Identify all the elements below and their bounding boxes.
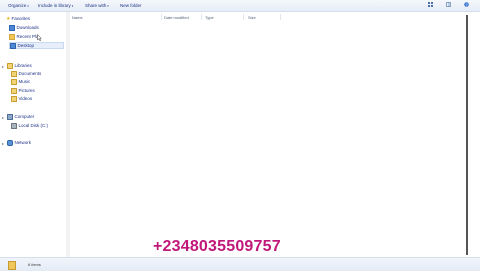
preview-pane-icon[interactable] bbox=[446, 2, 451, 7]
file-list: Name Date modified Type Size bbox=[71, 12, 463, 257]
phone-number-overlay: +2348035509757 bbox=[153, 238, 281, 255]
column-divider[interactable] bbox=[201, 14, 202, 20]
new-folder-label: New folder bbox=[120, 3, 142, 8]
nav-music-label: Music bbox=[18, 79, 31, 84]
svg-text:?: ? bbox=[466, 3, 468, 7]
downloads-folder-icon bbox=[9, 25, 15, 31]
column-header-type[interactable]: Type bbox=[205, 15, 214, 20]
include-in-library-button[interactable]: Include in library▾ bbox=[38, 3, 73, 9]
nav-libraries-label: Libraries bbox=[14, 63, 32, 68]
item-count: 6 items bbox=[28, 262, 41, 267]
help-icon[interactable]: ? bbox=[464, 2, 469, 7]
change-view-icon[interactable] bbox=[428, 2, 433, 7]
pictures-icon bbox=[11, 88, 17, 94]
star-icon: ★ bbox=[6, 16, 11, 22]
chevron-down-icon: ▾ bbox=[71, 4, 74, 8]
column-divider[interactable] bbox=[243, 14, 244, 20]
nav-recent-places-label: Recent Pla bbox=[16, 34, 39, 39]
nav-favorites[interactable]: ★Favorites bbox=[6, 15, 30, 22]
nav-favorites-label: Favorites bbox=[11, 16, 30, 21]
nav-local-disk-label: Local Disk (C:) bbox=[18, 123, 49, 128]
share-with-button[interactable]: Share with▾ bbox=[85, 3, 109, 9]
scrollbar-thumb[interactable] bbox=[466, 15, 468, 255]
nav-network[interactable]: Network bbox=[7, 139, 31, 146]
navigation-scrollbar[interactable] bbox=[67, 12, 70, 257]
nav-computer[interactable]: Computer bbox=[7, 113, 34, 120]
status-bar: 6 items bbox=[0, 257, 480, 271]
nav-documents[interactable]: Documents bbox=[11, 70, 41, 77]
column-header-name[interactable]: Name bbox=[72, 15, 83, 20]
network-icon bbox=[7, 140, 13, 146]
computer-icon bbox=[7, 114, 13, 120]
nav-pictures[interactable]: Pictures bbox=[11, 87, 35, 94]
chevron-down-icon: ▾ bbox=[107, 4, 109, 8]
nav-network-label: Network bbox=[14, 140, 32, 145]
organize-button[interactable]: Organize▾ bbox=[8, 3, 29, 9]
expand-arrow-icon[interactable]: ▸ bbox=[2, 141, 4, 146]
local-disk-icon bbox=[11, 123, 17, 129]
videos-icon bbox=[11, 96, 17, 102]
column-divider[interactable] bbox=[280, 14, 281, 20]
nav-local-disk[interactable]: Local Disk (C:) bbox=[11, 122, 48, 129]
nav-downloads[interactable]: Downloads bbox=[9, 24, 39, 31]
command-bar: Organize▾ Include in library▾ Share with… bbox=[0, 0, 480, 12]
nav-pictures-label: Pictures bbox=[18, 88, 35, 93]
nav-music[interactable]: Music bbox=[11, 78, 30, 85]
nav-downloads-label: Downloads bbox=[16, 25, 39, 30]
new-folder-button[interactable]: New folder bbox=[120, 3, 142, 9]
music-icon bbox=[11, 79, 17, 85]
desktop-icon bbox=[10, 43, 16, 49]
navigation-pane: ★Favorites Downloads Recent Pla Desktop … bbox=[0, 12, 67, 257]
nav-videos[interactable]: Videos bbox=[11, 95, 32, 102]
chevron-down-icon: ▾ bbox=[27, 4, 29, 8]
nav-desktop[interactable]: Desktop bbox=[9, 42, 64, 49]
nav-documents-label: Documents bbox=[18, 71, 42, 76]
folder-icon bbox=[8, 261, 16, 270]
share-with-label: Share with bbox=[85, 3, 107, 8]
include-in-library-label: Include in library bbox=[38, 3, 71, 8]
documents-icon bbox=[11, 71, 17, 77]
expand-arrow-icon[interactable]: ▸ bbox=[2, 64, 4, 69]
column-divider[interactable] bbox=[161, 14, 162, 20]
mouse-cursor-icon bbox=[37, 34, 42, 42]
organize-label: Organize bbox=[8, 3, 27, 8]
libraries-icon bbox=[7, 63, 13, 69]
nav-libraries[interactable]: Libraries bbox=[7, 62, 32, 69]
nav-videos-label: Videos bbox=[18, 96, 33, 101]
expand-arrow-icon[interactable]: ▸ bbox=[2, 115, 4, 120]
column-header-size[interactable]: Size bbox=[248, 15, 256, 20]
column-header-date-modified[interactable]: Date modified bbox=[164, 15, 189, 20]
nav-recent-places[interactable]: Recent Pla bbox=[9, 33, 39, 40]
recent-places-icon bbox=[9, 34, 15, 40]
nav-desktop-label: Desktop bbox=[17, 43, 35, 48]
vertical-scrollbar[interactable] bbox=[465, 12, 480, 257]
nav-computer-label: Computer bbox=[14, 114, 35, 119]
